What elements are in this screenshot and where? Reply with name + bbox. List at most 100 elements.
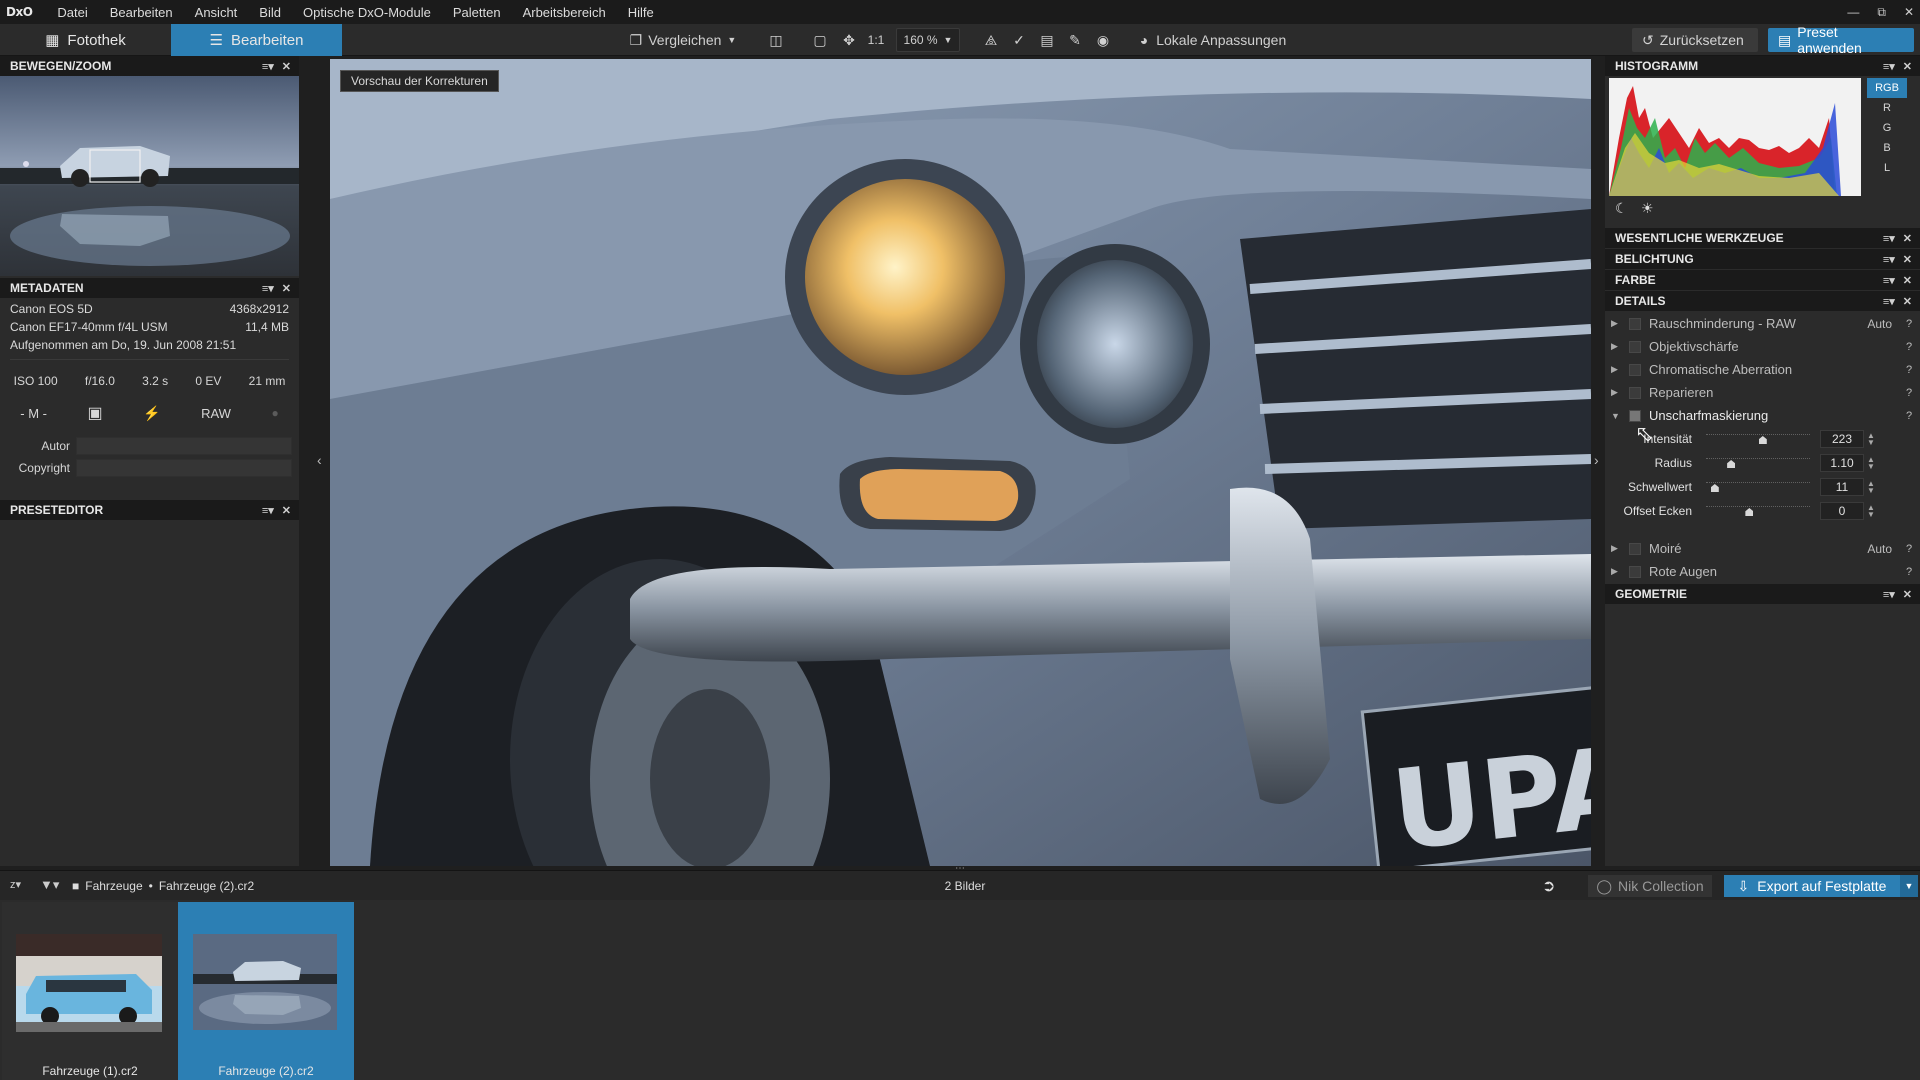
crop-icon[interactable]: ⧌ xyxy=(980,28,1002,52)
menu-bild[interactable]: Bild xyxy=(248,5,292,20)
help-icon[interactable]: ? xyxy=(1906,364,1920,376)
details-header[interactable]: DETAILS ≡▾ ✕ xyxy=(1605,291,1920,311)
enable-checkbox[interactable] xyxy=(1629,542,1641,555)
color-header[interactable]: FARBE ≡▾ ✕ xyxy=(1605,270,1920,290)
menu-hilfe[interactable]: Hilfe xyxy=(617,5,665,20)
auto-badge[interactable]: Auto xyxy=(1867,542,1906,556)
menu-bearbeiten[interactable]: Bearbeiten xyxy=(99,5,184,20)
palette-menu-icon[interactable]: ≡▾ xyxy=(262,60,274,73)
collapse-left-icon[interactable]: ‹ xyxy=(317,452,322,468)
tab-bearbeiten[interactable]: ☰ Bearbeiten xyxy=(171,24,342,56)
expand-handle-icon[interactable]: ⋯ xyxy=(940,863,980,874)
close-icon[interactable]: ✕ xyxy=(1903,253,1912,266)
copyright-field[interactable] xyxy=(76,459,292,477)
enable-checkbox[interactable] xyxy=(1629,363,1641,376)
shadow-clip-icon[interactable]: ☾ xyxy=(1615,200,1628,217)
essential-tools-header[interactable]: WESENTLICHE WERKZEUGE ≡▾ ✕ xyxy=(1605,228,1920,248)
value-input[interactable]: 11 xyxy=(1820,478,1864,496)
exposure-header[interactable]: BELICHTUNG ≡▾ ✕ xyxy=(1605,249,1920,269)
one-to-one-button[interactable]: 1:1 xyxy=(864,28,888,52)
filter-icon[interactable]: ▼▾ xyxy=(40,877,59,893)
close-icon[interactable]: ✕ xyxy=(282,504,291,517)
sort-button[interactable]: z▾ xyxy=(10,878,21,891)
chevron-right-icon[interactable]: ▶ xyxy=(1605,543,1619,554)
zoom-select[interactable]: 160 % ▼ xyxy=(896,28,960,52)
chevron-right-icon[interactable]: ▶ xyxy=(1605,364,1619,375)
spinner-icon[interactable]: ▲ ▼ xyxy=(1867,480,1875,495)
slider-thumb[interactable] xyxy=(1727,460,1736,468)
value-input[interactable]: 223 xyxy=(1820,430,1864,448)
reset-button[interactable]: ↺ Zurücksetzen xyxy=(1632,28,1758,52)
chevron-down-icon[interactable]: ▼ xyxy=(727,35,736,45)
enable-checkbox[interactable] xyxy=(1629,340,1641,353)
thumbnail-2-selected[interactable]: Fahrzeuge (2).cr2 xyxy=(178,902,354,1080)
compare-button[interactable]: ❐ Vergleichen ▼ xyxy=(624,28,742,52)
enable-checkbox[interactable] xyxy=(1629,409,1641,422)
slider-thumb[interactable] xyxy=(1758,436,1767,444)
slider-track[interactable] xyxy=(1706,480,1810,494)
close-icon[interactable]: ✕ xyxy=(1904,5,1914,19)
value-input[interactable]: 1.10 xyxy=(1820,454,1864,472)
image-viewer[interactable]: UPA xyxy=(330,59,1591,866)
close-icon[interactable]: ✕ xyxy=(1903,60,1912,73)
minimize-icon[interactable]: — xyxy=(1847,5,1859,19)
menu-dxo-module[interactable]: Optische DxO-Module xyxy=(292,5,442,20)
sub-palette-moire[interactable]: ▶ Moiré Auto ? xyxy=(1605,537,1920,560)
close-icon[interactable]: ✕ xyxy=(282,282,291,295)
chevron-right-icon[interactable]: ▶ xyxy=(1605,341,1619,352)
palette-menu-icon[interactable]: ≡▾ xyxy=(1883,588,1895,601)
spinner-icon[interactable]: ▲ ▼ xyxy=(1867,504,1875,519)
thumbnail-1[interactable]: Fahrzeuge (1).cr2 xyxy=(2,902,178,1080)
export-button[interactable]: ⇩ Export auf Festplatte xyxy=(1724,875,1900,897)
channel-b[interactable]: B xyxy=(1867,138,1907,158)
geometry-header[interactable]: GEOMETRIE ≡▾ ✕ xyxy=(1605,584,1920,604)
help-icon[interactable]: ? xyxy=(1906,341,1920,353)
eyedropper-icon[interactable]: ✓ xyxy=(1008,28,1030,52)
menu-ansicht[interactable]: Ansicht xyxy=(184,5,249,20)
palette-menu-icon[interactable]: ≡▾ xyxy=(1883,295,1895,308)
slider-thumb[interactable] xyxy=(1745,508,1754,516)
auto-badge[interactable]: Auto xyxy=(1867,317,1906,331)
slider-track[interactable] xyxy=(1706,504,1810,518)
palette-menu-icon[interactable]: ≡▾ xyxy=(1883,232,1895,245)
collapse-right-icon[interactable]: › xyxy=(1594,452,1599,468)
channel-r[interactable]: R xyxy=(1867,98,1907,118)
close-icon[interactable]: ✕ xyxy=(1903,295,1912,308)
move-tool-icon[interactable]: ✥ xyxy=(838,28,860,52)
nik-collection-button[interactable]: ◯ Nik Collection xyxy=(1588,875,1712,897)
tab-fotothek[interactable]: ▦ Fotothek xyxy=(0,24,171,56)
value-input[interactable]: 0 xyxy=(1820,502,1864,520)
share-icon[interactable]: ➲ xyxy=(1542,876,1555,896)
chevron-down-icon[interactable]: ▼ xyxy=(1605,411,1620,421)
help-icon[interactable]: ? xyxy=(1906,566,1920,578)
eye-icon[interactable]: ◉ xyxy=(1092,28,1114,52)
channel-l[interactable]: L xyxy=(1867,158,1907,178)
sub-palette-repair[interactable]: ▶ Reparieren ? xyxy=(1605,381,1920,404)
help-icon[interactable]: ? xyxy=(1906,410,1920,422)
chevron-right-icon[interactable]: ▶ xyxy=(1605,318,1619,329)
navigator-preview[interactable] xyxy=(0,76,299,276)
enable-checkbox[interactable] xyxy=(1629,565,1641,578)
author-field[interactable] xyxy=(76,437,292,455)
help-icon[interactable]: ? xyxy=(1906,543,1920,555)
help-icon[interactable]: ? xyxy=(1906,387,1920,399)
channel-g[interactable]: G xyxy=(1867,118,1907,138)
horizon-icon[interactable]: ▤ xyxy=(1036,28,1058,52)
apply-preset-button[interactable]: ▤ Preset anwenden xyxy=(1768,24,1914,56)
palette-menu-icon[interactable]: ≡▾ xyxy=(262,504,274,517)
fit-screen-icon[interactable]: ▢ xyxy=(808,28,832,52)
spinner-icon[interactable]: ▲ ▼ xyxy=(1867,432,1875,447)
restore-icon[interactable]: ⧉ xyxy=(1877,5,1886,20)
sub-palette-noise[interactable]: ▶ Rauschminderung - RAW Auto ? xyxy=(1605,312,1920,335)
breadcrumb-folder[interactable]: Fahrzeuge xyxy=(85,879,142,893)
palette-menu-icon[interactable]: ≡▾ xyxy=(262,282,274,295)
help-icon[interactable]: ? xyxy=(1906,318,1920,330)
chevron-right-icon[interactable]: ▶ xyxy=(1605,387,1619,398)
sub-palette-lens-sharpness[interactable]: ▶ Objektivschärfe ? xyxy=(1605,335,1920,358)
menu-datei[interactable]: Datei xyxy=(46,5,98,20)
enable-checkbox[interactable] xyxy=(1629,386,1641,399)
menu-paletten[interactable]: Paletten xyxy=(442,5,512,20)
palette-menu-icon[interactable]: ≡▾ xyxy=(1883,274,1895,287)
sub-palette-red-eye[interactable]: ▶ Rote Augen ? xyxy=(1605,560,1920,583)
slider-thumb[interactable] xyxy=(1710,484,1719,492)
